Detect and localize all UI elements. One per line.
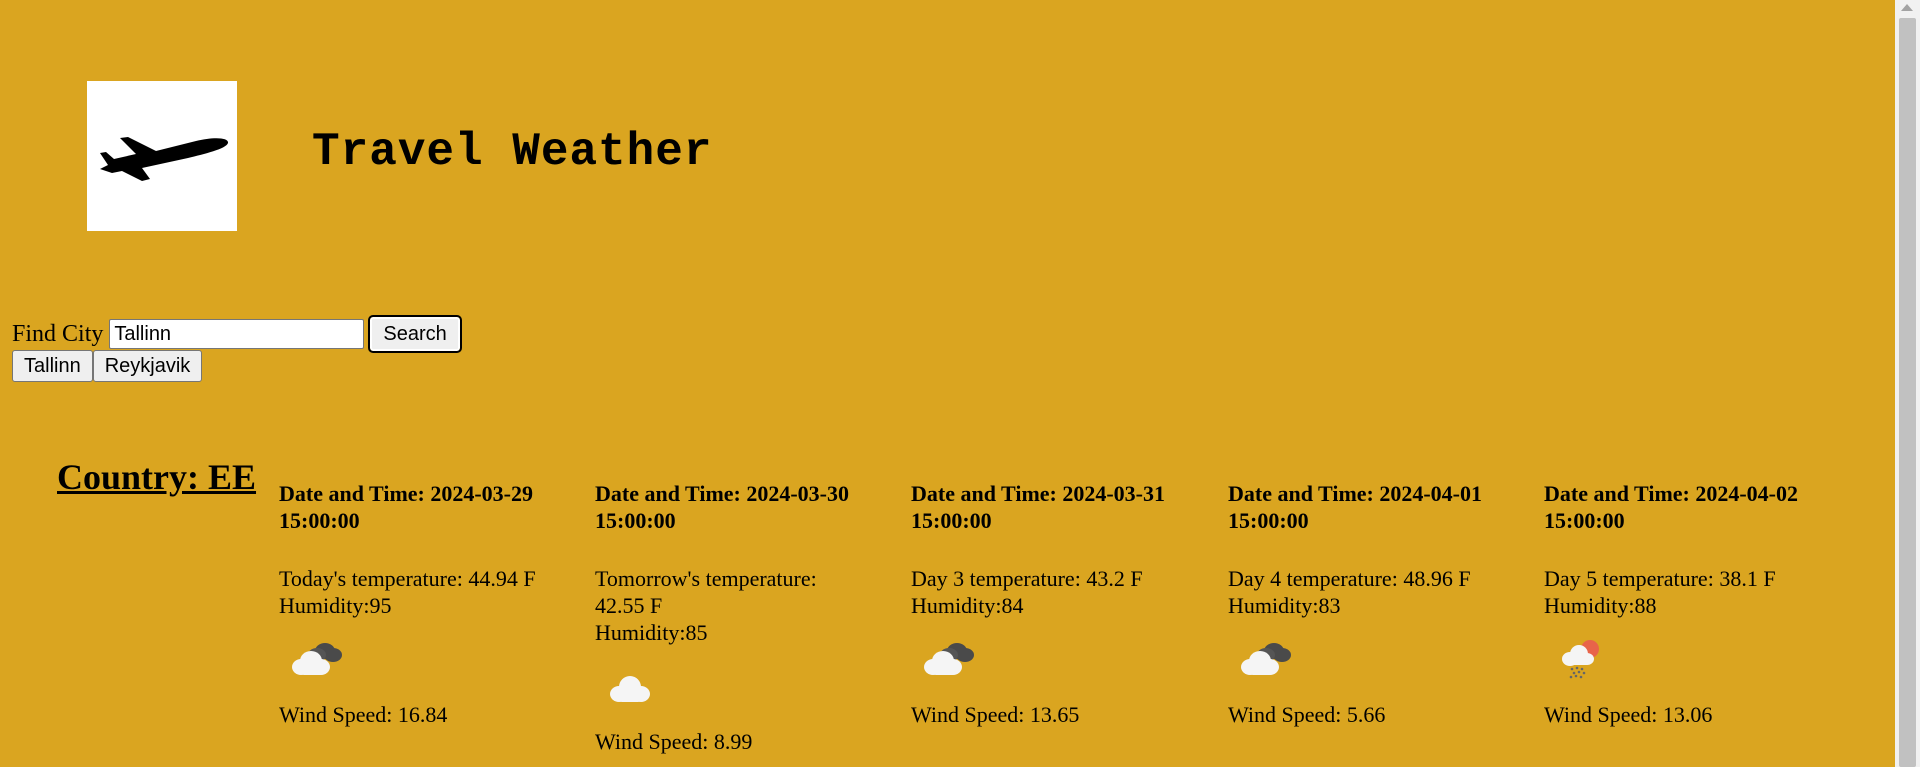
forecast-datetime: Date and Time: 2024-04-01 15:00:00 — [1228, 481, 1483, 533]
airplane-icon — [100, 137, 229, 181]
dark-clouds-icon — [919, 631, 1176, 685]
forecast-datetime: Date and Time: 2024-03-29 15:00:00 — [279, 481, 534, 533]
scrollbar-thumb[interactable] — [1899, 18, 1916, 767]
dark-clouds-icon — [1236, 631, 1493, 685]
city-search-input[interactable] — [109, 319, 365, 349]
dark-clouds-icon — [287, 631, 544, 685]
forecast-humidity: Humidity:84 — [911, 593, 1024, 618]
recent-city-tallinn-button[interactable]: Tallinn — [12, 350, 93, 382]
recent-city-reykjavik-button[interactable]: Reykjavik — [92, 350, 203, 382]
recent-cities: Tallinn Reykjavik — [12, 350, 203, 382]
forecast-temperature: Today's temperature: 44.94 F — [279, 566, 536, 591]
forecast-wind-speed: Wind Speed: 13.06 — [1544, 702, 1713, 727]
logo — [87, 81, 237, 231]
forecast-card-day-5: Date and Time: 2024-04-02 15:00:00 Day 5… — [1544, 480, 1809, 728]
forecast-card-day-1: Date and Time: 2024-03-29 15:00:00 Today… — [279, 480, 544, 728]
search-button[interactable]: Search — [368, 315, 462, 353]
search-label: Find City — [12, 320, 104, 347]
forecast-wind-speed: Wind Speed: 8.99 — [595, 729, 753, 754]
forecast-humidity: Humidity:85 — [595, 620, 708, 645]
scroll-up-arrow-icon[interactable] — [1901, 4, 1913, 11]
forecast-temperature: Tomorrow's temperature: 42.55 F — [595, 566, 817, 618]
forecast-humidity: Humidity:95 — [279, 593, 392, 618]
forecast-card-day-2: Date and Time: 2024-03-30 15:00:00 Tomor… — [595, 480, 860, 755]
rain-sun-icon — [1552, 631, 1809, 685]
forecast-datetime: Date and Time: 2024-04-02 15:00:00 — [1544, 481, 1799, 533]
search-bar: Find City Search — [12, 315, 462, 353]
forecast-temperature: Day 3 temperature: 43.2 F — [911, 566, 1143, 591]
forecast-wind-speed: Wind Speed: 16.84 — [279, 702, 448, 727]
forecast-humidity: Humidity:83 — [1228, 593, 1341, 618]
app-title: Travel Weather — [312, 126, 713, 178]
forecast-datetime: Date and Time: 2024-03-30 15:00:00 — [595, 481, 850, 533]
page: Travel Weather Find City Search Tallinn … — [0, 0, 1920, 767]
forecast-wind-speed: Wind Speed: 13.65 — [911, 702, 1080, 727]
vertical-scrollbar[interactable] — [1895, 0, 1920, 767]
forecast-humidity: Humidity:88 — [1544, 593, 1657, 618]
country-heading: Country: EE — [57, 457, 257, 497]
cloud-icon — [603, 658, 860, 712]
forecast-card-day-4: Date and Time: 2024-04-01 15:00:00 Day 4… — [1228, 480, 1493, 728]
forecast-datetime: Date and Time: 2024-03-31 15:00:00 — [911, 481, 1166, 533]
forecast-temperature: Day 5 temperature: 38.1 F — [1544, 566, 1776, 591]
forecast-wind-speed: Wind Speed: 5.66 — [1228, 702, 1386, 727]
forecast-temperature: Day 4 temperature: 48.96 F — [1228, 566, 1471, 591]
forecast-card-day-3: Date and Time: 2024-03-31 15:00:00 Day 3… — [911, 480, 1176, 728]
